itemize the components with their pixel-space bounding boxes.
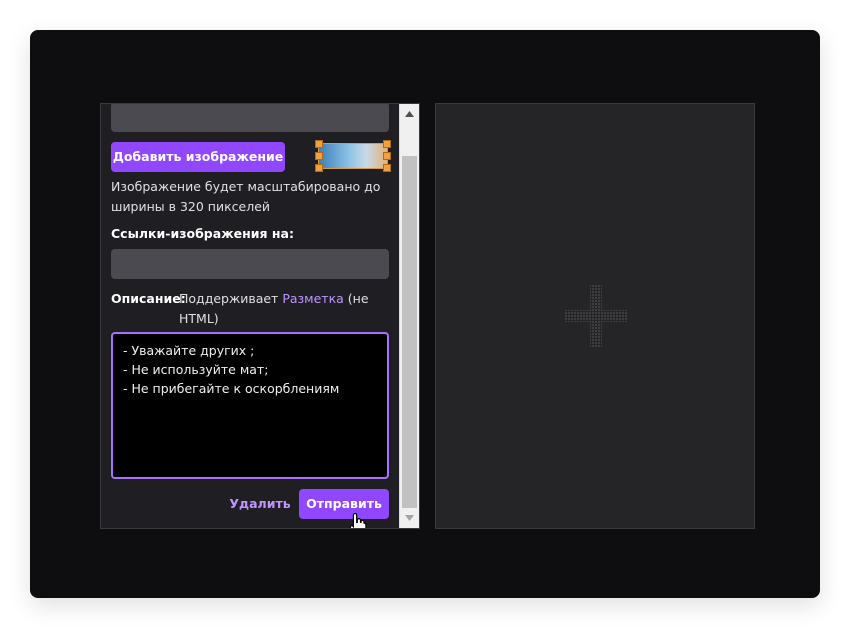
arrow-down-icon <box>405 515 414 521</box>
resize-handle-icon[interactable] <box>383 140 391 148</box>
send-button[interactable]: Отправить <box>299 489 389 519</box>
panel-editor: Добавить изображение Изображение будет м… <box>100 103 420 529</box>
scroll-up-button[interactable] <box>400 106 419 122</box>
links-label: Ссылки-изображения на: <box>111 226 294 241</box>
add-image-button[interactable]: Добавить изображение <box>111 142 285 172</box>
description-prefix: Поддерживает <box>179 291 283 306</box>
panel-preview[interactable] <box>435 103 755 529</box>
resize-handle-icon[interactable] <box>315 152 323 160</box>
description-textarea[interactable]: - Уважайте других ; - Не используйте мат… <box>111 332 389 479</box>
description-line: - Уважайте других ; <box>123 343 255 358</box>
description-hint: Поддерживает Разметка (не HTML) <box>179 289 389 329</box>
delete-button[interactable]: Удалить <box>229 489 291 519</box>
resize-handle-icon[interactable] <box>383 152 391 160</box>
resize-handle-icon[interactable] <box>383 164 391 172</box>
scrollbar[interactable] <box>399 104 419 528</box>
markup-link[interactable]: Разметка <box>282 291 343 306</box>
scale-hint-text: Изображение будет масштабировано до шири… <box>111 179 381 214</box>
resize-handle-icon[interactable] <box>315 164 323 172</box>
editor-content: Добавить изображение Изображение будет м… <box>111 104 391 528</box>
arrow-up-icon <box>405 111 414 117</box>
image-thumbnail[interactable] <box>315 140 391 172</box>
hand-pointer-icon <box>349 512 367 528</box>
scroll-down-button[interactable] <box>400 510 419 526</box>
links-input[interactable] <box>111 249 389 279</box>
scroll-thumb[interactable] <box>402 156 417 508</box>
resize-handle-icon[interactable] <box>315 140 323 148</box>
description-line: - Не используйте мат; <box>123 362 269 377</box>
top-input-field[interactable] <box>111 104 389 132</box>
description-label: Описание: <box>111 291 186 306</box>
description-line: - Не прибегайте к оскорблениям <box>123 381 340 396</box>
plus-icon <box>565 285 627 347</box>
